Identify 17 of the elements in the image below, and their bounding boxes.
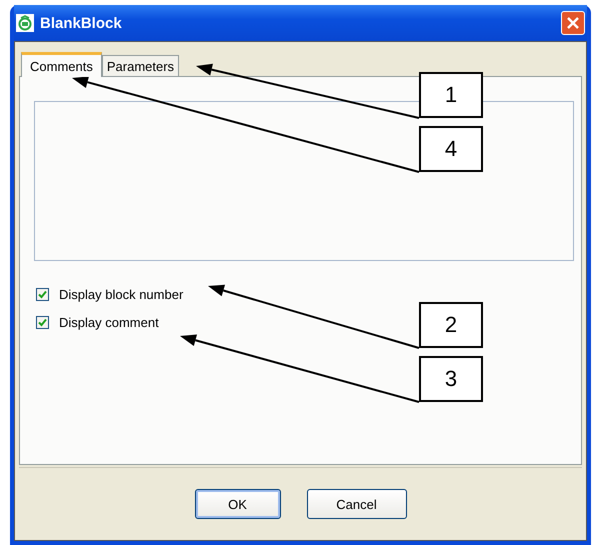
dialog-button[interactable]: Cancel bbox=[306, 489, 406, 519]
tab[interactable]: Comments bbox=[21, 52, 102, 77]
close-icon bbox=[566, 16, 580, 30]
checkbox[interactable] bbox=[36, 288, 49, 301]
callout-number: 1 bbox=[419, 72, 483, 118]
app-icon bbox=[16, 14, 34, 32]
callout-number: 2 bbox=[419, 302, 483, 348]
checkbox-label[interactable]: Display comment bbox=[59, 315, 159, 330]
checkbox[interactable] bbox=[36, 316, 49, 329]
comment-field[interactable] bbox=[34, 101, 574, 261]
close-button[interactable] bbox=[561, 11, 585, 35]
checkbox-label[interactable]: Display block number bbox=[59, 287, 184, 302]
tab[interactable]: Parameters bbox=[102, 55, 180, 76]
callout-number: 3 bbox=[419, 356, 483, 402]
window-title: BlankBlock bbox=[40, 14, 123, 32]
callout-number: 4 bbox=[419, 126, 483, 172]
dialog-button[interactable]: OK bbox=[194, 489, 280, 519]
